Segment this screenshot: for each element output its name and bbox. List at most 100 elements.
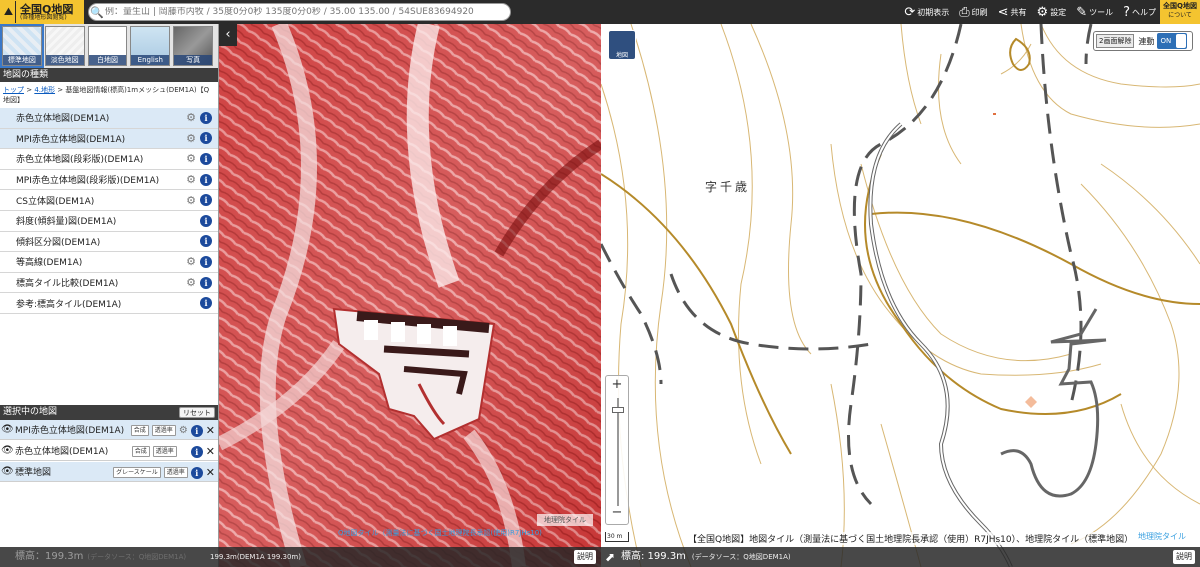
basemap-standard[interactable]: 標準地図: [0, 24, 44, 68]
collapse-sidebar-button[interactable]: ‹: [219, 24, 237, 46]
selected-layer-row[interactable]: 👁 MPI赤色立体地図(DEM1A) 合成 透過率 ⚙ i ✕: [0, 420, 218, 440]
basemap-photo[interactable]: 写真: [173, 26, 213, 66]
right-map-attribution-link[interactable]: 地理院タイル: [1138, 531, 1186, 542]
gear-icon[interactable]: ⚙: [186, 152, 196, 165]
tools-button[interactable]: ✎ ツール: [1076, 5, 1113, 20]
gear-icon[interactable]: ⚙: [186, 173, 196, 186]
info-icon[interactable]: i: [200, 173, 212, 186]
blend-chip[interactable]: 合成: [131, 446, 150, 457]
search-icon[interactable]: 🔍: [89, 6, 105, 19]
about-button[interactable]: 全国Q地図 について: [1160, 0, 1200, 24]
tools-label: ツール: [1089, 7, 1114, 17]
info-icon[interactable]: i: [200, 297, 212, 310]
info-icon[interactable]: i: [190, 466, 203, 479]
info-icon[interactable]: i: [190, 445, 203, 458]
list-item[interactable]: CS立体図(DEM1A) ⚙ i: [0, 190, 218, 211]
list-item[interactable]: MPI赤色立体地図(段彩版)(DEM1A) ⚙ i: [0, 170, 218, 191]
gear-icon[interactable]: ⚙: [186, 111, 196, 124]
settings-button[interactable]: ⚙ 設定: [1037, 5, 1067, 20]
list-item[interactable]: 標高タイル比較(DEM1A) ⚙ i: [0, 273, 218, 294]
eye-icon[interactable]: 👁: [1, 424, 14, 435]
selected-layer-label: 赤色立体地図(DEM1A): [15, 447, 109, 457]
print-button[interactable]: ⎙ 印刷: [959, 5, 987, 20]
scale-bar: 30 m: [605, 532, 629, 542]
list-item[interactable]: 傾斜区分図(DEM1A) i: [0, 232, 218, 253]
basemap-blank[interactable]: 白地図: [87, 26, 128, 66]
close-icon[interactable]: ✕: [206, 466, 215, 479]
search-box: 🔍: [88, 3, 511, 21]
share-button[interactable]: ⋖ 共有: [998, 5, 1027, 20]
info-icon[interactable]: i: [200, 276, 212, 289]
eye-icon[interactable]: 👁: [1, 466, 14, 477]
about-sub: について: [1168, 12, 1192, 19]
layer-thumbnail[interactable]: 地図: [608, 30, 636, 60]
sync-toggle[interactable]: ON: [1157, 33, 1188, 49]
blend-chip[interactable]: 合成: [130, 425, 149, 436]
zoom-slider-handle[interactable]: [612, 407, 624, 413]
info-icon[interactable]: i: [200, 152, 212, 165]
list-item[interactable]: 参考:標高タイル(DEM1A) i: [0, 293, 218, 314]
list-item-label: MPI赤色立体地図(段彩版)(DEM1A): [16, 176, 160, 187]
selected-layer-row[interactable]: 👁 標準地図 グレースケール 透過率 i ✕: [0, 462, 218, 482]
list-item[interactable]: 赤色立体地図(DEM1A) ⚙ i: [0, 108, 218, 129]
app-logo[interactable]: ⛰ 全国Q地図 (各種地形図閲覧): [0, 0, 84, 24]
gear-icon[interactable]: ⚙: [186, 276, 196, 289]
selected-layer-row[interactable]: 👁 赤色立体地図(DEM1A) 合成 透過率 i ✕: [0, 441, 218, 461]
info-icon[interactable]: i: [200, 132, 212, 145]
gear-icon[interactable]: ⚙: [186, 194, 196, 207]
info-icon[interactable]: i: [200, 255, 212, 268]
selected-maps-title: 選択中の地図: [3, 407, 58, 417]
opacity-chip[interactable]: 透過率: [163, 467, 188, 478]
list-item[interactable]: 赤色立体地図(段彩版)(DEM1A) ⚙ i: [0, 149, 218, 170]
reset-view-label: 初期表示: [917, 7, 950, 17]
info-icon[interactable]: i: [200, 111, 212, 124]
list-item[interactable]: 等高線(DEM1A) ⚙ i: [0, 252, 218, 273]
exit-two-pane-button[interactable]: 2画面解除: [1096, 34, 1135, 48]
right-explain-button[interactable]: 説明: [1173, 550, 1195, 564]
logo-title: 全国Q地図: [20, 2, 74, 16]
zoom-out-button[interactable]: −: [606, 504, 628, 522]
breadcrumb-top-link[interactable]: トップ: [3, 86, 24, 94]
zoom-slider-track[interactable]: [617, 398, 619, 506]
opacity-chip[interactable]: 透過率: [152, 446, 177, 457]
share-label: 共有: [1010, 7, 1027, 17]
left-map-credit-link[interactable]: Q地図タイル（測量法に基づく国土地理院長承認(使用)R7JHs10): [338, 528, 596, 538]
gear-icon[interactable]: ⚙: [186, 255, 196, 268]
eye-icon[interactable]: 👁: [1, 445, 14, 456]
list-item-label: 参考:標高タイル(DEM1A): [16, 299, 122, 310]
help-label: ヘルプ: [1132, 7, 1156, 17]
help-button[interactable]: ? ヘルプ: [1123, 5, 1156, 20]
info-icon[interactable]: i: [190, 424, 203, 437]
left-status-bar: 標高：199.3m (データソース：Q地図DEM1A) 199.3m(DEM1A …: [0, 547, 601, 567]
close-icon[interactable]: ✕: [206, 445, 215, 458]
list-item[interactable]: 斜度(傾斜量)図(DEM1A) i: [0, 211, 218, 232]
breadcrumb-category-link[interactable]: 4.地形: [34, 86, 55, 94]
info-icon[interactable]: i: [200, 235, 212, 248]
reset-button[interactable]: リセット: [179, 407, 215, 418]
left-map-relief[interactable]: [219, 24, 601, 567]
info-icon[interactable]: i: [200, 194, 212, 207]
basemap-label: 淡色地図: [45, 55, 84, 65]
selected-layer-label: MPI赤色立体地図(DEM1A): [15, 426, 125, 436]
reset-view-button[interactable]: ⟳ 初期表示: [904, 5, 949, 20]
info-icon[interactable]: i: [200, 214, 212, 227]
expand-arrow-icon[interactable]: ⬈: [605, 547, 615, 567]
opacity-chip[interactable]: 透過率: [151, 425, 176, 436]
left-explain-button[interactable]: 説明: [574, 550, 596, 564]
zoom-in-button[interactable]: +: [606, 376, 628, 394]
search-input[interactable]: [105, 7, 500, 17]
basemap-english[interactable]: English: [130, 26, 171, 66]
list-item-label: 標高タイル比較(DEM1A): [16, 279, 119, 290]
gear-icon[interactable]: ⚙: [179, 425, 188, 436]
basemap-switcher: 標準地図 淡色地図 白地図 English 写真: [0, 24, 218, 68]
close-icon[interactable]: ✕: [206, 424, 215, 437]
chevron-left-icon: ‹: [225, 27, 231, 42]
breadcrumb: トップ > 4.地形 > 基盤地図情報(標高)1mメッシュ(DEM1A)【Q地図…: [0, 82, 218, 108]
left-elevation-source-detail: 199.3m(DEM1A 199.30m): [210, 553, 301, 561]
gear-icon[interactable]: ⚙: [186, 132, 196, 145]
logo-subtitle: (各種地形図閲覧): [20, 13, 67, 21]
grayscale-chip[interactable]: グレースケール: [113, 467, 161, 478]
list-item[interactable]: MPI赤色立体地図(DEM1A) ⚙ i: [0, 128, 218, 150]
basemap-pale[interactable]: 淡色地図: [44, 26, 85, 66]
right-map-standard[interactable]: [601, 24, 1200, 567]
